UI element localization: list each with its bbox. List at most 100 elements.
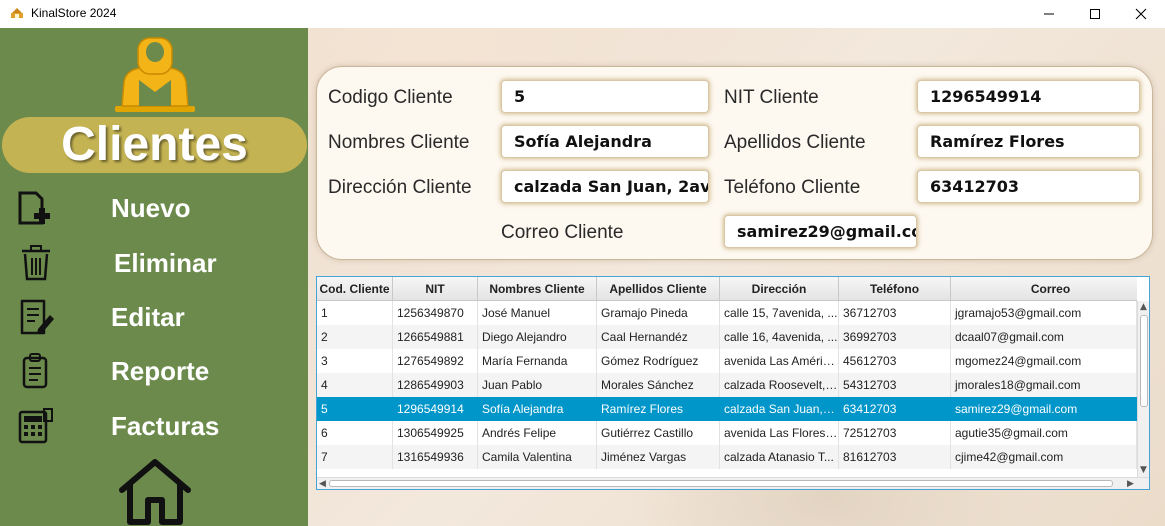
editar-label: Editar	[111, 302, 185, 332]
close-icon	[1135, 8, 1147, 20]
eliminar-button[interactable]: Eliminar	[0, 240, 308, 286]
nuevo-button[interactable]: Nuevo	[0, 185, 308, 231]
maximize-icon	[1090, 9, 1100, 19]
column-header[interactable]: NIT	[393, 277, 478, 301]
section-title: Clientes	[61, 118, 248, 171]
nuevo-label: Nuevo	[111, 193, 191, 223]
nit-field[interactable]: 1296549914	[917, 80, 1140, 113]
cell-correo: jmorales18@gmail.com	[951, 373, 1137, 397]
column-header[interactable]: Apellidos Cliente	[597, 277, 720, 301]
user-badge-icon	[115, 37, 195, 112]
cell-nit: 1296549914	[393, 397, 478, 421]
cell-apellidos: Jiménez Vargas	[597, 445, 720, 469]
home-icon[interactable]	[116, 456, 194, 526]
table-header: Cod. Cliente NIT Nombres Cliente Apellid…	[317, 277, 1137, 301]
minimize-icon	[1044, 13, 1054, 15]
cell-telefono: 72512703	[839, 421, 951, 445]
column-header[interactable]: Nombres Cliente	[478, 277, 597, 301]
cell-telefono: 63412703	[839, 397, 951, 421]
telefono-field[interactable]: 63412703	[917, 170, 1140, 203]
direccion-field[interactable]: calzada San Juan, 2ave	[501, 170, 709, 203]
cell-apellidos: Gutiérrez Castillo	[597, 421, 720, 445]
table-row[interactable]: 3 1276549892 María Fernanda Gómez Rodríg…	[317, 349, 1137, 373]
section-header: Clientes	[2, 117, 307, 173]
cell-nit: 1276549892	[393, 349, 478, 373]
calculator-invoice-icon	[18, 408, 53, 444]
eliminar-label: Eliminar	[114, 248, 217, 278]
column-header[interactable]: Cod. Cliente	[317, 277, 393, 301]
cell-correo: agutie35@gmail.com	[951, 421, 1137, 445]
cell-nombres: José Manuel	[478, 301, 597, 325]
nombres-label: Nombres Cliente	[328, 132, 470, 153]
close-button[interactable]	[1118, 0, 1164, 28]
correo-label: Correo Cliente	[501, 222, 624, 243]
table-row[interactable]: 2 1266549881 Diego Alejandro Caal Hernan…	[317, 325, 1137, 349]
cell-nit: 1316549936	[393, 445, 478, 469]
cell-correo: jgramajo53@gmail.com	[951, 301, 1137, 325]
cell-nombres: Camila Valentina	[478, 445, 597, 469]
cell-codigo: 2	[317, 325, 393, 349]
cell-direccion: calzada Roosevelt, ...	[720, 373, 839, 397]
column-header[interactable]: Dirección	[720, 277, 839, 301]
cell-correo: samirez29@gmail.com	[951, 397, 1137, 421]
apellidos-field[interactable]: Ramírez Flores	[917, 125, 1140, 158]
scroll-down-icon[interactable]: ▼	[1140, 465, 1147, 475]
cell-codigo: 5	[317, 397, 393, 421]
telefono-label: Teléfono Cliente	[724, 177, 861, 198]
vertical-scrollbar[interactable]: ▲ ▼	[1137, 301, 1149, 477]
table-row[interactable]: 7 1316549936 Camila Valentina Jiménez Va…	[317, 445, 1137, 469]
cell-nit: 1266549881	[393, 325, 478, 349]
scroll-right-icon[interactable]: ▶	[1127, 479, 1134, 489]
table-row-selected[interactable]: 5 1296549914 Sofía Alejandra Ramírez Flo…	[317, 397, 1137, 421]
cell-codigo: 7	[317, 445, 393, 469]
clients-table[interactable]: Cod. Cliente NIT Nombres Cliente Apellid…	[316, 276, 1150, 490]
column-header[interactable]: Teléfono	[839, 277, 951, 301]
cell-nit: 1286549903	[393, 373, 478, 397]
cell-nombres: María Fernanda	[478, 349, 597, 373]
correo-field[interactable]: samirez29@gmail.co	[724, 215, 917, 248]
cell-nombres: Sofía Alejandra	[478, 397, 597, 421]
cell-nombres: Andrés Felipe	[478, 421, 597, 445]
table-row[interactable]: 6 1306549925 Andrés Felipe Gutiérrez Cas…	[317, 421, 1137, 445]
codigo-label: Codigo Cliente	[328, 87, 453, 108]
nit-label: NIT Cliente	[724, 87, 819, 108]
sidebar: Clientes Nuevo Eliminar Editar Reporte F…	[0, 28, 308, 526]
cell-apellidos: Gramajo Pineda	[597, 301, 720, 325]
cell-nit: 1306549925	[393, 421, 478, 445]
cell-direccion: calzada San Juan, 2...	[720, 397, 839, 421]
clipboard-report-icon	[22, 353, 48, 389]
cell-codigo: 3	[317, 349, 393, 373]
cell-telefono: 36712703	[839, 301, 951, 325]
apellidos-label: Apellidos Cliente	[724, 132, 866, 153]
vertical-scroll-thumb[interactable]	[1140, 315, 1148, 407]
codigo-field[interactable]: 5	[501, 80, 709, 113]
column-header[interactable]: Correo	[951, 277, 1149, 301]
cell-apellidos: Morales Sánchez	[597, 373, 720, 397]
scroll-up-icon[interactable]: ▲	[1140, 302, 1147, 312]
cell-apellidos: Gómez Rodríguez	[597, 349, 720, 373]
add-file-icon	[18, 191, 50, 225]
table-row[interactable]: 4 1286549903 Juan Pablo Morales Sánchez …	[317, 373, 1137, 397]
nombres-field[interactable]: Sofía Alejandra	[501, 125, 709, 158]
horizontal-scrollbar[interactable]: ◀ ▶	[317, 477, 1149, 489]
horizontal-scroll-thumb[interactable]	[329, 480, 1113, 487]
title-bar: KinalStore 2024	[0, 0, 1165, 28]
cell-direccion: avenida Las Améric...	[720, 349, 839, 373]
table-body: 1 1256349870 José Manuel Gramajo Pineda …	[317, 301, 1137, 477]
cell-apellidos: Caal Hernandéz	[597, 325, 720, 349]
reporte-button[interactable]: Reporte	[0, 348, 308, 394]
table-row[interactable]: 1 1256349870 José Manuel Gramajo Pineda …	[317, 301, 1137, 325]
minimize-button[interactable]	[1026, 0, 1072, 28]
cell-direccion: calle 16, 4avenida, ...	[720, 325, 839, 349]
edit-note-icon	[20, 299, 54, 335]
facturas-button[interactable]: Facturas	[0, 403, 308, 449]
cell-codigo: 6	[317, 421, 393, 445]
cell-nombres: Juan Pablo	[478, 373, 597, 397]
cell-direccion: calle 15, 7avenida, ...	[720, 301, 839, 325]
scroll-left-icon[interactable]: ◀	[319, 479, 326, 489]
editar-button[interactable]: Editar	[0, 294, 308, 340]
cell-telefono: 45612703	[839, 349, 951, 373]
maximize-button[interactable]	[1072, 0, 1118, 28]
cell-nombres: Diego Alejandro	[478, 325, 597, 349]
cell-codigo: 4	[317, 373, 393, 397]
